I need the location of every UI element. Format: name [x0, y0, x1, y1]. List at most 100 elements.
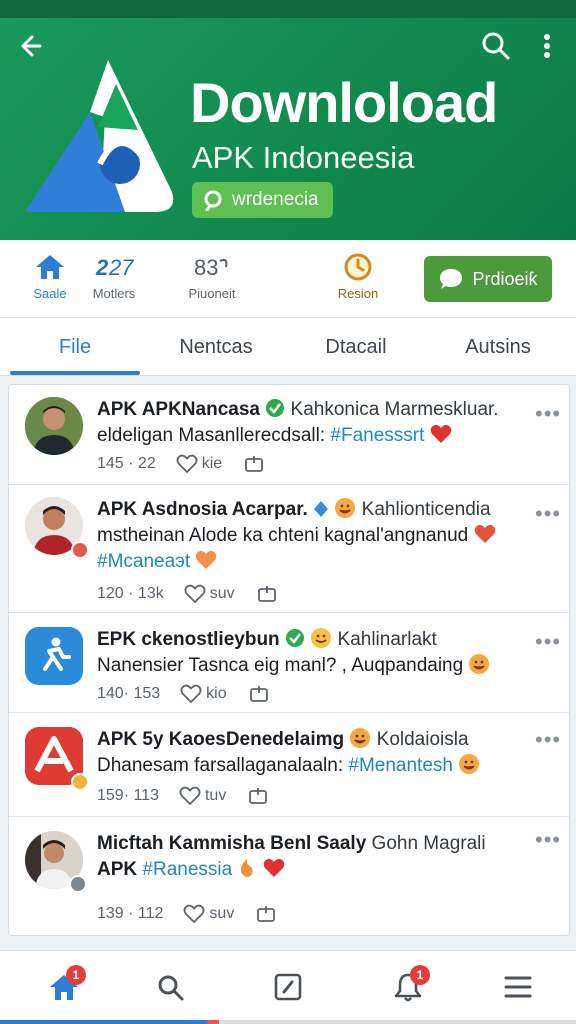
svg-text:27: 27 [108, 255, 134, 280]
person-avatar-icon [25, 397, 83, 455]
post-meta: 159· 113 tuv [97, 785, 268, 807]
like-button[interactable]: suv [183, 904, 234, 924]
edit-icon [274, 973, 302, 1001]
app-logo [25, 60, 174, 212]
post-author: APK APKNancasa [97, 399, 260, 420]
share-icon[interactable] [249, 684, 269, 704]
primary-action-button[interactable]: Prdioeiƙ [424, 256, 552, 302]
like-label: tuv [204, 787, 227, 804]
svg-text:83: 83 [194, 255, 218, 280]
post-meta: 139 · 112 suv [97, 903, 276, 925]
post-stats: 120 · 13k [97, 585, 164, 602]
post-meta: 145 · 22 kie [97, 453, 264, 475]
smile-emoji-icon [350, 728, 371, 748]
tab-nentcas[interactable]: Nentcas [150, 318, 282, 376]
avatar-badge [71, 773, 89, 791]
heart-outline-icon [179, 786, 201, 806]
nav-menu[interactable] [496, 965, 540, 1009]
share-icon[interactable] [244, 454, 264, 474]
clock-icon [344, 253, 372, 281]
post-body: Nanensier Tasnca eig manl? , Auqpandaing [97, 655, 464, 676]
post-more-icon[interactable]: ••• [535, 631, 560, 653]
post-body: msthеinan Alode ka chteni kagnal'angnanu… [97, 525, 469, 546]
smile-emoji-icon [311, 628, 332, 648]
share-icon[interactable] [256, 904, 276, 924]
post-stats: 140· 153 [97, 685, 161, 702]
mobile-247-icon: 2 27 [95, 255, 134, 280]
action-resion[interactable]: Resion [318, 252, 398, 301]
verified-icon [266, 399, 285, 417]
more-vertical-icon [544, 34, 550, 58]
post-more-icon[interactable]: ••• [535, 829, 560, 851]
share-icon[interactable] [248, 786, 268, 806]
like-button[interactable]: kio [180, 684, 227, 704]
post-body: APK [97, 859, 138, 880]
post-author: APK Asdnosia Acarpar. [97, 499, 308, 520]
smile-emoji-icon [469, 654, 490, 674]
post-hashtag[interactable]: #Mcaneaэt [97, 551, 190, 572]
post-hashtag[interactable]: #Fanesssrt [330, 425, 424, 446]
primary-action-label: Prdioeiƙ [472, 268, 538, 289]
sparkle-heart-icon [196, 550, 217, 569]
diamond-icon [314, 501, 329, 517]
post-item[interactable]: Micftah Kammisha Benl Saaly Gohn Magrali… [9, 817, 569, 935]
nav-compose[interactable] [266, 965, 310, 1009]
post-item[interactable]: EPK ckenostlieybun Kahlinarlakt Nanensie… [9, 613, 569, 713]
like-button[interactable]: kie [176, 454, 222, 474]
sparkle-heart-icon [474, 524, 495, 543]
post-feed: APK APKNancasa Kahkonica Marmeskluar. el… [8, 384, 570, 936]
post-body: eldeligan Masanllerecdsall: [97, 425, 326, 446]
avatar-badge [69, 875, 87, 893]
bottom-navigation: 1 1 [0, 950, 576, 1024]
post-hashtag[interactable]: #Ranessia [142, 859, 232, 880]
share-icon[interactable] [257, 584, 277, 604]
heart-outline-icon [183, 904, 205, 924]
active-tab-indicator [10, 371, 140, 375]
nav-notifications[interactable]: 1 [386, 965, 430, 1009]
post-item[interactable]: APK Asdnosia Acarpar. Kahlionticendia ms… [9, 485, 569, 613]
chat-bubble-icon [440, 269, 463, 289]
post-body: Dhanesam farsallaganalaaln: [97, 755, 344, 776]
region-chip[interactable]: wrdenecia [192, 182, 333, 218]
post-item[interactable]: APK 5y KaoesDenedelaimg Koldaioisla Dhan… [9, 713, 569, 817]
smile-emoji-icon [335, 498, 356, 518]
status-bar [0, 0, 576, 18]
action-piuoneit[interactable]: 83 Piuoneit [172, 252, 252, 301]
tab-bar: File Nentcas Dtacail Autsins [0, 318, 576, 376]
avatar[interactable] [25, 627, 83, 685]
tab-autsins[interactable]: Autsins [432, 318, 564, 376]
post-more-icon[interactable]: ••• [535, 729, 560, 751]
post-meta: 120 · 13k suv [97, 583, 277, 605]
post-stats: 139 · 112 [97, 905, 164, 922]
heart-emoji-icon [263, 858, 285, 877]
avatar[interactable] [25, 397, 83, 455]
overflow-menu-button[interactable] [534, 28, 560, 64]
tab-file[interactable]: File [10, 318, 140, 376]
infinity-icon: 83 [194, 255, 228, 280]
post-subtitle: Kahlinarlakt [337, 629, 437, 650]
nav-search[interactable] [148, 965, 192, 1009]
search-button[interactable] [478, 28, 514, 64]
action-row: Saale 2 27 Motlers 83 Piuoneit Resion Pr… [0, 240, 576, 318]
post-hashtag[interactable]: #Menantesh [348, 755, 453, 776]
action-motlers[interactable]: 2 27 Motlers [74, 252, 154, 301]
action-resion-label: Resion [337, 286, 379, 301]
post-more-icon[interactable]: ••• [535, 403, 560, 425]
post-author: Micftah Kammisha Benl Saaly [97, 833, 367, 854]
like-button[interactable]: tuv [179, 786, 226, 806]
running-person-icon [25, 627, 83, 685]
home-indicator [0, 1020, 576, 1024]
like-label: suv [209, 905, 235, 922]
like-label: kie [201, 455, 223, 472]
like-label: suv [209, 585, 235, 602]
post-item[interactable]: APK APKNancasa Kahkonica Marmeskluar. el… [9, 385, 569, 485]
post-text: EPK ckenostlieybun Kahlinarlakt Nanensie… [97, 627, 527, 679]
heart-outline-icon [184, 584, 206, 604]
home-icon [36, 255, 64, 279]
like-button[interactable]: suv [184, 584, 235, 604]
tab-dtacail[interactable]: Dtacail [290, 318, 422, 376]
nav-home[interactable]: 1 [42, 965, 86, 1009]
app-header: Downloload APK Indoneesia wrdenecia [0, 0, 576, 240]
post-more-icon[interactable]: ••• [535, 503, 560, 525]
post-subtitle: Gohn Magrali [371, 833, 486, 854]
